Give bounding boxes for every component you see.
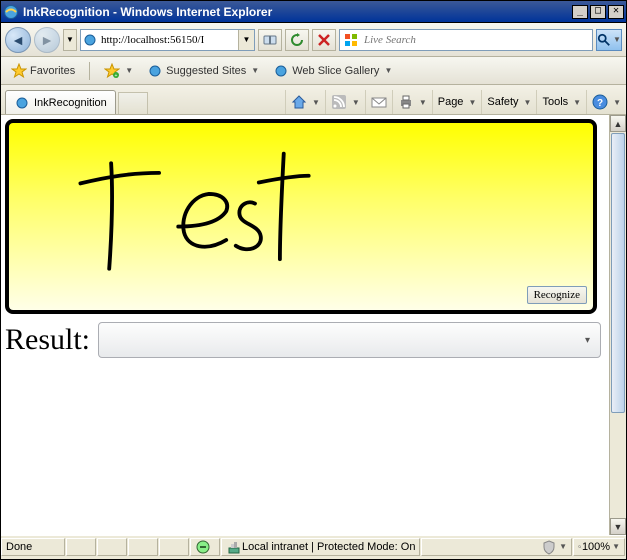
status-cell xyxy=(66,538,96,556)
scroll-thumb[interactable] xyxy=(611,133,625,413)
privacy-icon xyxy=(541,539,557,555)
status-cell xyxy=(97,538,127,556)
ie-page-icon xyxy=(81,30,99,50)
scroll-down-button[interactable]: ▼ xyxy=(610,518,626,535)
popup-blocker-icon xyxy=(195,539,211,555)
history-dropdown[interactable]: ▼ xyxy=(63,29,77,51)
result-row: Result: ▾ xyxy=(5,322,609,358)
tab-active[interactable]: InkRecognition xyxy=(5,90,116,114)
favorites-bar: Favorites + ▼ Suggested Sites ▼ Web Slic… xyxy=(1,57,626,85)
compat-icon xyxy=(262,32,278,48)
status-cell xyxy=(128,538,158,556)
status-zone-label: Local intranet | Protected Mode: On xyxy=(242,541,415,553)
refresh-icon xyxy=(289,32,305,48)
favorites-button[interactable]: Favorites xyxy=(7,61,79,81)
forward-button[interactable]: ► xyxy=(34,27,60,53)
ie-small-icon xyxy=(147,63,163,79)
ie-small-icon xyxy=(273,63,289,79)
address-bar[interactable]: ▼ xyxy=(80,29,255,51)
magnifier-icon xyxy=(597,33,611,47)
web-slice-button[interactable]: Web Slice Gallery ▼ xyxy=(269,61,396,81)
recognize-button[interactable]: Recognize xyxy=(527,286,587,304)
search-input[interactable] xyxy=(362,30,592,50)
add-favorite-button[interactable]: + ▼ xyxy=(100,61,137,81)
status-popup[interactable] xyxy=(190,538,220,556)
status-spacer: ▼ xyxy=(421,538,572,556)
tab-title: InkRecognition xyxy=(34,97,107,109)
address-input[interactable] xyxy=(99,30,238,50)
page-menu-label: Page xyxy=(438,96,464,108)
safety-menu-label: Safety xyxy=(487,96,518,108)
svg-text:+: + xyxy=(115,73,118,79)
chevron-down-icon: ▾ xyxy=(585,335,590,346)
handwriting-ink xyxy=(9,123,593,310)
result-label: Result: xyxy=(5,323,90,357)
star-icon xyxy=(11,63,27,79)
separator xyxy=(89,62,90,80)
status-cell xyxy=(159,538,189,556)
tools-menu[interactable]: Tools▼ xyxy=(536,90,586,114)
navigation-bar: ◄ ► ▼ ▼ ▼ xyxy=(1,23,626,57)
status-bar: Done Local intranet | Protected Mode: On… xyxy=(1,535,626,557)
command-bar: InkRecognition ▼ ▼ ▼ Page▼ Safety▼ Tools… xyxy=(1,85,626,115)
page-body: Recognize Result: ▾ xyxy=(1,115,609,535)
new-tab-button[interactable] xyxy=(118,92,148,114)
ink-canvas[interactable]: Recognize xyxy=(5,119,597,314)
home-button[interactable]: ▼ xyxy=(285,90,325,114)
web-slice-label: Web Slice Gallery xyxy=(292,65,379,77)
status-zone[interactable]: Local intranet | Protected Mode: On xyxy=(221,538,420,556)
search-button[interactable]: ▼ xyxy=(596,29,622,51)
home-icon xyxy=(291,94,307,110)
live-search-icon xyxy=(340,30,362,50)
svg-text:?: ? xyxy=(597,98,603,109)
stop-icon xyxy=(316,32,332,48)
feeds-button[interactable]: ▼ xyxy=(325,90,365,114)
result-dropdown[interactable]: ▾ xyxy=(98,322,601,358)
compat-button[interactable] xyxy=(258,29,282,51)
ie-page-icon xyxy=(14,95,30,111)
help-icon: ? xyxy=(592,94,608,110)
maximize-button[interactable]: □ xyxy=(590,5,606,19)
back-button[interactable]: ◄ xyxy=(5,27,31,53)
vertical-scrollbar[interactable]: ▲ ▼ xyxy=(609,115,626,535)
scroll-track[interactable] xyxy=(610,414,626,518)
content-area: Recognize Result: ▾ ▲ ▼ xyxy=(1,115,626,535)
title-bar: InkRecognition - Windows Internet Explor… xyxy=(1,1,626,23)
search-box[interactable] xyxy=(339,29,593,51)
mail-button[interactable] xyxy=(365,90,392,114)
mail-icon xyxy=(371,94,387,110)
status-done: Done xyxy=(1,538,65,556)
address-dropdown[interactable]: ▼ xyxy=(238,30,254,50)
suggested-sites-button[interactable]: Suggested Sites ▼ xyxy=(143,61,263,81)
page-menu[interactable]: Page▼ xyxy=(432,90,482,114)
stop-button[interactable] xyxy=(312,29,336,51)
ie-icon xyxy=(3,4,19,20)
window-title: InkRecognition - Windows Internet Explor… xyxy=(23,5,570,19)
close-button[interactable]: ✕ xyxy=(608,5,624,19)
tools-menu-label: Tools xyxy=(542,96,568,108)
safety-menu[interactable]: Safety▼ xyxy=(481,90,536,114)
feeds-icon xyxy=(331,94,347,110)
help-button[interactable]: ? ▼ xyxy=(586,90,626,114)
print-button[interactable]: ▼ xyxy=(392,90,432,114)
favorites-label: Favorites xyxy=(30,65,75,77)
zoom-value: 100% xyxy=(582,541,610,553)
suggested-sites-label: Suggested Sites xyxy=(166,65,246,77)
scroll-up-button[interactable]: ▲ xyxy=(610,115,626,132)
zone-icon xyxy=(226,539,242,555)
zoom-control[interactable]: 100% ▼ xyxy=(573,538,625,556)
minimize-button[interactable]: _ xyxy=(572,5,588,19)
star-add-icon: + xyxy=(104,63,120,79)
refresh-button[interactable] xyxy=(285,29,309,51)
print-icon xyxy=(398,94,414,110)
